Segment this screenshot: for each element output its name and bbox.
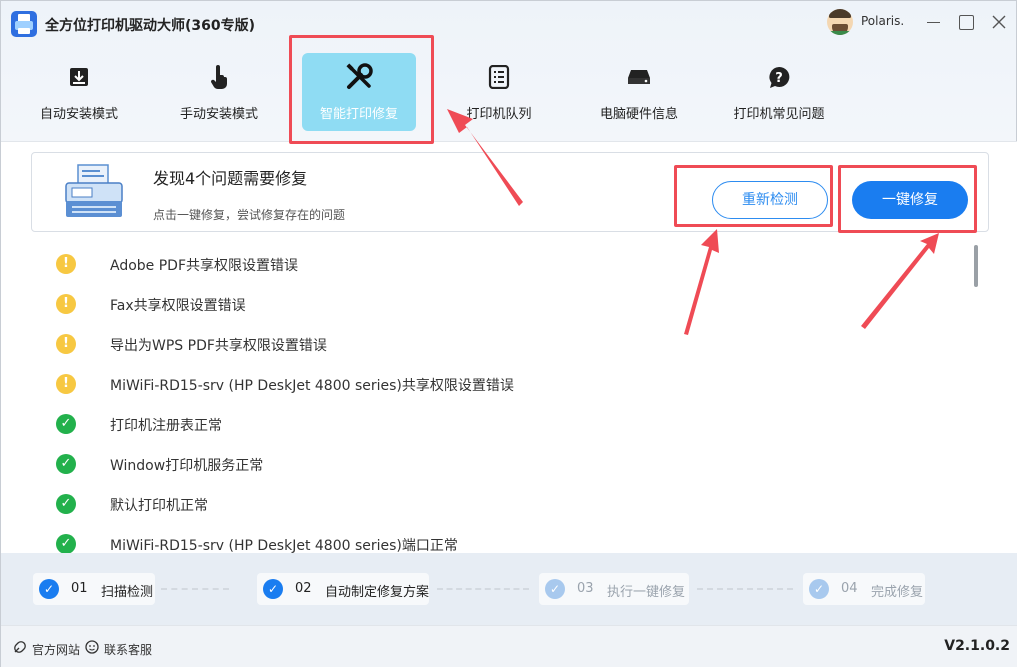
step-connector [161, 588, 229, 590]
step-connector [437, 588, 529, 590]
step-plan: ✓ 02 自动制定修复方案 [257, 573, 429, 605]
tab-label: 自动安装模式 [39, 107, 118, 122]
tab-label: 打印机常见问题 [733, 107, 825, 122]
check-icon: ✓ [263, 579, 283, 599]
step-connector [697, 588, 793, 590]
tab-printer-faq[interactable]: ? 打印机常见问题 [722, 53, 836, 131]
warning-icon: ! [56, 374, 76, 394]
issues-found-subtitle: 点击一键修复，尝试修复存在的问题 [153, 208, 346, 222]
annotation-box-recheck [674, 165, 833, 227]
list-item: ! Fax共享权限设置错误 [56, 292, 936, 316]
check-circle-icon: ✓ [56, 534, 76, 554]
check-icon: ✓ [809, 579, 829, 599]
list-item: ! Adobe PDF共享权限设置错误 [56, 252, 936, 276]
check-icon: ✓ [545, 579, 565, 599]
issue-list: ! Adobe PDF共享权限设置错误 ! Fax共享权限设置错误 ! 导出为W… [1, 242, 971, 554]
minimize-icon[interactable] [919, 9, 947, 35]
contact-support-link[interactable]: 联系客服 [104, 641, 152, 658]
main-nav: 自动安装模式 手动安装模式 智能打印修复 打印机队列 电脑硬件信息 ? 打印机常… [1, 49, 1016, 139]
step-execute: ✓ 03 执行一键修复 [539, 573, 689, 605]
user-avatar[interactable] [827, 9, 853, 35]
warning-icon: ! [56, 294, 76, 314]
warning-icon: ! [56, 254, 76, 274]
step-complete: ✓ 04 完成修复 [803, 573, 925, 605]
svg-text:?: ? [775, 71, 783, 86]
printer-illustration-icon [65, 164, 123, 217]
tab-auto-install[interactable]: 自动安装模式 [22, 53, 136, 131]
download-box-icon [22, 63, 136, 91]
list-item: ! MiWiFi-RD15-srv (HP DeskJet 4800 serie… [56, 372, 936, 396]
tab-label: 手动安装模式 [179, 107, 258, 122]
close-icon[interactable] [985, 9, 1013, 35]
warning-icon: ! [56, 334, 76, 354]
printer-logo-icon [11, 11, 37, 37]
list-item: ✓ Window打印机服务正常 [56, 452, 936, 476]
status-bar: 官方网站 联系客服 V2.1.0.2 [1, 625, 1017, 667]
list-icon [442, 63, 556, 91]
tab-label: 打印机队列 [466, 107, 532, 122]
check-circle-icon: ✓ [56, 414, 76, 434]
list-item: ✓ 打印机注册表正常 [56, 412, 936, 436]
check-circle-icon: ✓ [56, 454, 76, 474]
maximize-icon[interactable] [952, 9, 980, 35]
list-item: ! 导出为WPS PDF共享权限设置错误 [56, 332, 936, 356]
check-circle-icon: ✓ [56, 494, 76, 514]
tab-label: 电脑硬件信息 [599, 107, 678, 122]
issues-found-title: 发现4个问题需要修复 [153, 169, 308, 188]
repair-steps: ✓ 01 扫描检测 ✓ 02 自动制定修复方案 ✓ 03 执行一键修复 ✓ 04… [1, 553, 1017, 625]
annotation-box-smart-repair [289, 35, 434, 144]
question-bubble-icon: ? [722, 63, 836, 91]
list-item: ✓ 默认打印机正常 [56, 492, 936, 516]
hard-drive-icon [582, 63, 696, 91]
tab-manual-install[interactable]: 手动安装模式 [162, 53, 276, 131]
step-scan: ✓ 01 扫描检测 [33, 573, 155, 605]
official-website-link[interactable]: 官方网站 [32, 641, 80, 658]
issue-list-scrollbar[interactable] [974, 245, 978, 287]
list-item: ✓ MiWiFi-RD15-srv (HP DeskJet 4800 serie… [56, 532, 936, 554]
check-icon: ✓ [39, 579, 59, 599]
support-icon [85, 640, 99, 654]
website-icon [14, 641, 26, 653]
annotation-box-repair [838, 165, 977, 233]
tab-hardware-info[interactable]: 电脑硬件信息 [582, 53, 696, 131]
app-title: 全方位打印机驱动大师(360专版) [45, 18, 256, 34]
app-window: 全方位打印机驱动大师(360专版) Polaris. 自动安装模式 手动安装模式 [0, 0, 1017, 667]
title-bar: 全方位打印机驱动大师(360专版) Polaris. [1, 1, 1016, 45]
user-name[interactable]: Polaris. [861, 14, 904, 28]
hand-pointer-icon [162, 63, 276, 91]
version-label: V2.1.0.2 [944, 638, 1010, 654]
tab-printer-queue[interactable]: 打印机队列 [442, 53, 556, 131]
